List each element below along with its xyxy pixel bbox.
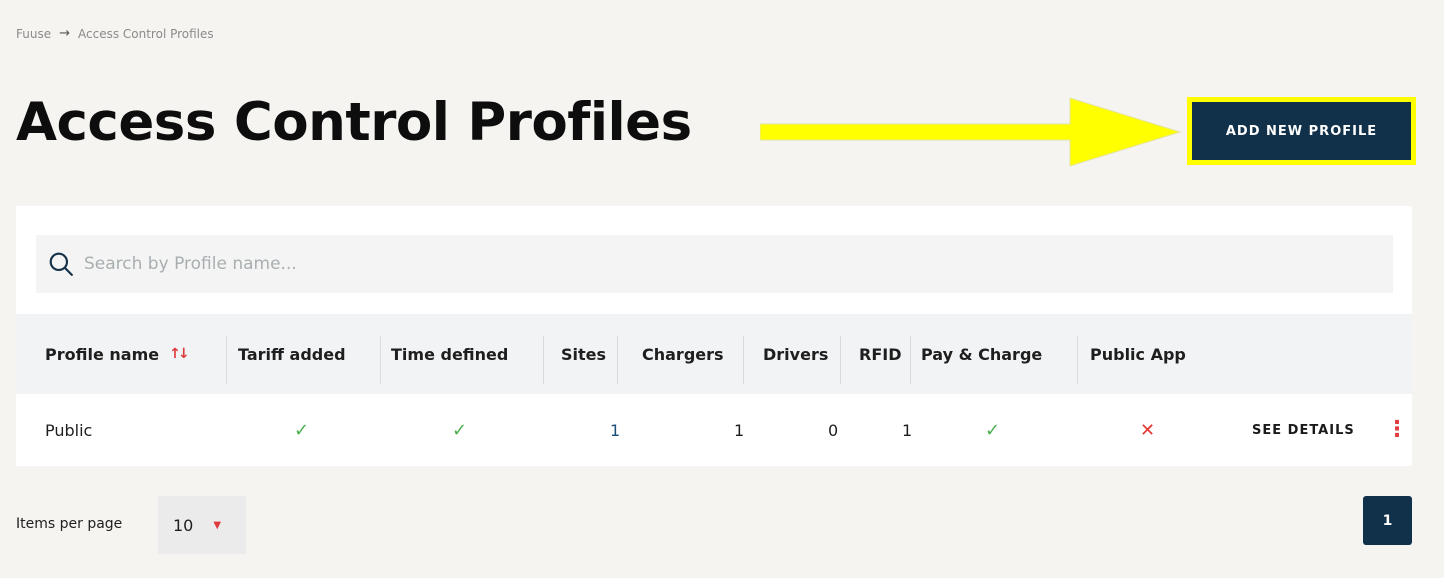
- cell-drivers: 0: [828, 420, 839, 440]
- add-new-profile-button[interactable]: ADD NEW PROFILE: [1192, 102, 1411, 160]
- search-bar: [36, 235, 1393, 293]
- breadcrumb-current: Access Control Profiles: [78, 26, 214, 41]
- column-header-pay-and-charge: Pay & Charge: [921, 344, 1043, 364]
- check-icon: ✓: [985, 419, 1001, 441]
- kebab-menu-icon[interactable]: ⋮: [1386, 394, 1408, 466]
- column-divider: [617, 336, 618, 384]
- column-divider: [840, 336, 841, 384]
- column-header-tariff-added: Tariff added: [238, 344, 346, 364]
- search-input[interactable]: [84, 254, 1295, 274]
- cell-rfid: 1: [902, 420, 913, 440]
- arrow-right-icon: →: [59, 26, 70, 41]
- column-divider: [543, 336, 544, 384]
- column-header-drivers: Drivers: [763, 344, 829, 364]
- column-header-public-app: Public App: [1090, 344, 1186, 364]
- profiles-card: Profile name ↑↓ Tariff added Time define…: [16, 206, 1412, 466]
- column-header-sites: Sites: [561, 344, 607, 364]
- sort-icon[interactable]: ↑↓: [169, 346, 190, 362]
- check-icon: ✓: [294, 419, 310, 441]
- items-per-page-label: Items per page: [16, 516, 123, 532]
- caret-down-icon: ▼: [213, 519, 222, 531]
- add-button-highlight: ADD NEW PROFILE: [1187, 97, 1416, 165]
- column-header-time-defined: Time defined: [391, 344, 509, 364]
- column-divider: [1077, 336, 1078, 384]
- see-details-link[interactable]: SEE DETAILS: [1252, 394, 1355, 466]
- cell-profile-name: Public: [45, 420, 93, 440]
- items-per-page-select[interactable]: 10 ▼: [158, 496, 246, 554]
- column-header-chargers: Chargers: [642, 344, 724, 364]
- column-divider: [743, 336, 744, 384]
- column-divider: [226, 336, 227, 384]
- page-button-current[interactable]: 1: [1363, 496, 1412, 545]
- search-icon: [49, 252, 73, 276]
- cell-sites: 1: [610, 420, 621, 440]
- cross-icon: ✕: [1140, 419, 1156, 441]
- items-per-page-value: 10: [173, 515, 194, 535]
- breadcrumb: Fuuse → Access Control Profiles: [16, 26, 214, 41]
- table-header: Profile name ↑↓ Tariff added Time define…: [16, 314, 1412, 394]
- column-header-rfid: RFID: [859, 344, 902, 364]
- cell-chargers: 1: [734, 420, 745, 440]
- page-title: Access Control Profiles: [16, 92, 692, 153]
- column-header-profile-name[interactable]: Profile name ↑↓: [45, 314, 190, 394]
- breadcrumb-root[interactable]: Fuuse: [16, 27, 51, 41]
- table-row[interactable]: Public ✓ ✓ 1 1 0 1 ✓ ✕ SEE DETAILS ⋮: [16, 394, 1412, 466]
- column-divider: [380, 336, 381, 384]
- check-icon: ✓: [452, 419, 468, 441]
- column-divider: [910, 336, 911, 384]
- annotation-arrow-icon: [760, 97, 1182, 167]
